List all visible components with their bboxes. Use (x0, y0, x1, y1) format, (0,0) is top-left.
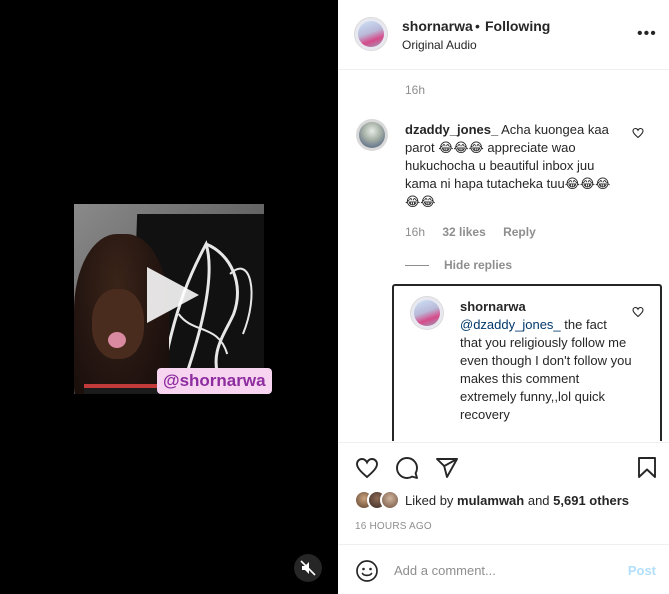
reply-button[interactable]: Reply (503, 225, 536, 239)
comment-text: dzaddy_jones_ Acha kuongea kaa parot 😂😂😂… (405, 121, 617, 211)
comment-likes[interactable]: 32 likes (442, 225, 485, 239)
thumbnail-face (92, 289, 144, 359)
post-actions: Liked by mulamwah and 5,691 others 16 HO… (338, 442, 669, 544)
author-username[interactable]: shornarwa (402, 18, 473, 34)
likes-summary: Liked by mulamwah and 5,691 others (354, 489, 629, 511)
reply-like-heart-icon[interactable] (632, 306, 644, 318)
emoji-icon[interactable] (355, 559, 379, 583)
comment-time: 16h (405, 225, 426, 239)
header-separator: • (475, 18, 480, 34)
thumbnail-mouth (108, 332, 126, 348)
post-button[interactable]: Post (628, 563, 656, 578)
audio-link[interactable]: Original Audio (402, 38, 477, 52)
like-heart-icon[interactable] (355, 456, 379, 480)
reply-mention-link[interactable]: @dzaddy_jones_ (460, 317, 561, 332)
media-panel[interactable]: @shornarwa (0, 0, 338, 594)
caption-timestamp: 16h (405, 83, 426, 97)
more-options-icon[interactable]: ••• (637, 24, 656, 44)
likes-prefix: Liked by (405, 492, 458, 508)
post-header: shornarwa • Following Original Audio ••• (338, 0, 669, 70)
commenter-username[interactable]: dzaddy_jones_ (405, 122, 498, 137)
play-icon[interactable] (143, 264, 203, 326)
reply-message: the fact that you religiously follow me … (460, 317, 632, 422)
liker-username[interactable]: mulamwah (457, 493, 524, 508)
share-paper-plane-icon[interactable] (435, 456, 459, 480)
replies-divider (405, 265, 429, 266)
comment-like-heart-icon[interactable] (632, 127, 644, 139)
liker-avatar[interactable] (380, 490, 400, 510)
details-panel: shornarwa • Following Original Audio •••… (338, 0, 669, 594)
thumbnail-shirt (84, 384, 164, 394)
hide-replies-button[interactable]: Hide replies (444, 258, 512, 272)
following-button[interactable]: Following (485, 18, 550, 34)
comment-icon[interactable] (395, 456, 419, 480)
reply-username[interactable]: shornarwa (460, 298, 632, 316)
save-bookmark-icon[interactable] (635, 456, 659, 480)
likes-text: Liked by mulamwah and 5,691 others (405, 493, 629, 508)
mention-sticker: @shornarwa (157, 368, 272, 394)
author-avatar[interactable] (354, 17, 388, 51)
post-timestamp[interactable]: 16 HOURS AGO (355, 521, 432, 532)
speaker-muted-icon (300, 560, 316, 576)
commenter-avatar[interactable] (356, 119, 388, 151)
comment-meta: 16h 32 likes Reply (405, 225, 550, 239)
mute-button[interactable] (294, 554, 322, 582)
likes-and: and (524, 492, 554, 508)
comment-composer: Add a comment... Post (338, 544, 669, 594)
reply-text: shornarwa @dzaddy_jones_ the fact that y… (460, 298, 632, 424)
reply-item: shornarwa @dzaddy_jones_ the fact that y… (392, 284, 662, 441)
comment-input[interactable]: Add a comment... (394, 563, 614, 578)
likes-others-link[interactable]: 5,691 others (553, 493, 629, 508)
reply-author-avatar[interactable] (410, 296, 444, 330)
comments-list[interactable]: 16h dzaddy_jones_ Acha kuongea kaa parot… (338, 71, 669, 441)
